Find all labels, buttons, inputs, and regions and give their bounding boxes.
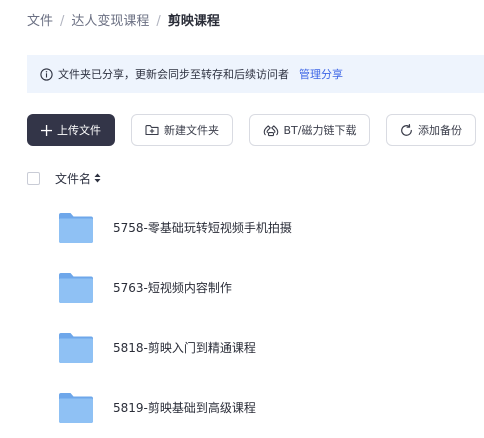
add-backup-button[interactable]: 添加备份 — [386, 114, 476, 146]
folder-name: 5758-零基础玩转短视频手机拍摄 — [113, 221, 292, 235]
manage-share-link[interactable]: 管理分享 — [299, 66, 343, 82]
breadcrumb-separator: / — [156, 14, 161, 29]
folder-name: 5818-剪映入门到精通课程 — [113, 341, 256, 355]
filename-column-header[interactable]: 文件名 — [55, 170, 101, 187]
info-icon — [40, 67, 53, 81]
upload-file-label: 上传文件 — [57, 124, 101, 137]
breadcrumb-separator: / — [60, 14, 65, 29]
breadcrumb-item-course[interactable]: 达人变现课程 — [71, 12, 149, 32]
refresh-icon — [400, 123, 413, 137]
folder-row[interactable]: 5819-剪映基础到高级课程 — [0, 378, 484, 438]
add-backup-label: 添加备份 — [418, 124, 462, 137]
new-folder-icon — [145, 124, 159, 136]
breadcrumb: 文件 / 达人变现课程 / 剪映课程 — [27, 12, 220, 32]
new-folder-button[interactable]: 新建文件夹 — [131, 114, 233, 146]
file-list-header: 文件名 — [27, 169, 101, 187]
folder-row[interactable]: 5763-短视频内容制作 — [0, 258, 484, 318]
folder-icon — [58, 330, 94, 366]
folder-icon — [58, 270, 94, 306]
plus-icon — [41, 124, 52, 136]
upload-file-button[interactable]: 上传文件 — [27, 114, 115, 146]
folder-icon — [58, 390, 94, 426]
folder-row[interactable]: 5758-零基础玩转短视频手机拍摄 — [0, 198, 484, 258]
share-notice-banner: 文件夹已分享，更新会同步至转存和后续访问者 管理分享 — [27, 55, 484, 93]
toolbar: 上传文件 新建文件夹 BT/磁力链下载 添加备份 — [27, 114, 476, 146]
bt-magnet-download-button[interactable]: BT/磁力链下载 — [249, 114, 370, 146]
new-folder-label: 新建文件夹 — [164, 124, 219, 137]
sort-icon — [94, 173, 101, 183]
folder-icon — [58, 210, 94, 246]
folder-name: 5763-短视频内容制作 — [113, 281, 232, 295]
bt-magnet-download-label: BT/磁力链下载 — [283, 124, 357, 137]
folder-name: 5819-剪映基础到高级课程 — [113, 401, 256, 415]
magnet-icon — [263, 124, 279, 137]
select-all-checkbox[interactable] — [27, 171, 40, 185]
folder-row[interactable]: 5818-剪映入门到精通课程 — [0, 318, 484, 378]
filename-column-label: 文件名 — [55, 171, 92, 186]
share-notice-text: 文件夹已分享，更新会同步至转存和后续访问者 — [58, 68, 289, 81]
breadcrumb-item-files[interactable]: 文件 — [27, 12, 53, 32]
breadcrumb-item-current: 剪映课程 — [167, 14, 220, 29]
